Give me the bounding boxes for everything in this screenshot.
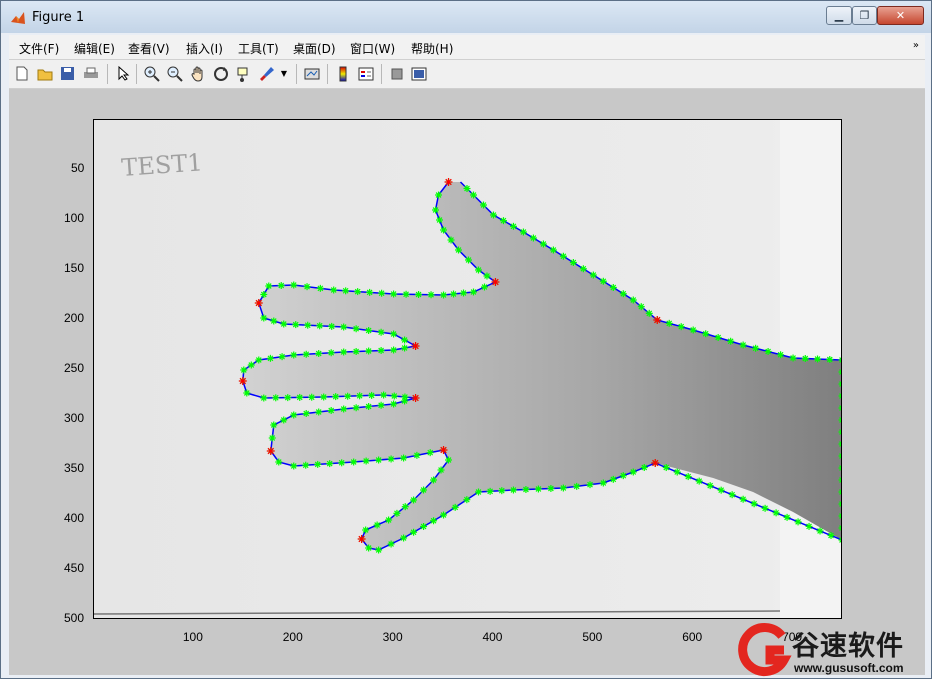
title-bar[interactable]: Figure 1 ▁ ❐ ✕ (1, 1, 931, 33)
save-icon[interactable] (59, 65, 76, 82)
open-file-icon[interactable] (36, 65, 53, 82)
y-tick-label: 500 (64, 611, 85, 625)
contour-point (365, 403, 373, 410)
close-icon: ✕ (895, 9, 906, 22)
hide-plot-tools-icon[interactable] (388, 65, 405, 82)
contour-point (420, 523, 428, 530)
y-tick-label: 100 (64, 211, 85, 225)
contour-point (387, 455, 395, 463)
keypoint-marker (439, 446, 448, 454)
watermark-logo: 谷速软件 www.gususoft.com (734, 622, 930, 679)
y-tick-label: 300 (64, 411, 85, 425)
contour-point (695, 477, 703, 485)
y-tick-label: 250 (64, 361, 85, 375)
y-tick-label: 400 (64, 511, 85, 525)
rotate-3d-icon[interactable] (212, 65, 229, 82)
keypoint-marker (238, 377, 247, 385)
x-tick-label: 400 (482, 630, 503, 644)
watermark-brand: 谷速软件 (792, 631, 904, 662)
x-tick-label: 100 (182, 630, 203, 644)
watermark-url: www.gususoft.com (794, 661, 904, 675)
data-cursor-icon[interactable] (235, 65, 252, 82)
brush-icon[interactable] (258, 65, 275, 82)
y-tick-label: 200 (64, 311, 85, 325)
link-plot-icon[interactable] (303, 65, 320, 82)
x-tick-label: 300 (382, 630, 403, 644)
contour-point (390, 392, 398, 400)
contour-point (640, 464, 648, 471)
pointer-icon[interactable] (114, 65, 131, 82)
menu-file[interactable]: 文件(F) (19, 40, 59, 57)
pan-icon[interactable] (189, 65, 206, 82)
zoom-out-icon[interactable] (166, 65, 183, 82)
keypoint-marker (653, 316, 662, 324)
keypoint-marker (357, 535, 366, 543)
contour-point (365, 544, 373, 552)
x-tick-label: 200 (282, 630, 303, 644)
contour-point (474, 488, 482, 496)
contour-point (377, 401, 385, 409)
contour-point (410, 496, 418, 504)
y-tick-label: 150 (64, 261, 85, 275)
contour-point (410, 528, 418, 536)
show-plot-tools-icon[interactable] (410, 65, 427, 82)
minimize-icon: ▁ (834, 9, 844, 22)
handwritten-test-label: TEST1 (120, 148, 203, 182)
contour-point (436, 216, 444, 224)
colorbar-icon[interactable] (334, 65, 351, 82)
print-icon[interactable] (82, 65, 99, 82)
x-tick-label: 500 (582, 630, 603, 644)
keypoint-marker (411, 394, 420, 402)
minimize-button[interactable]: ▁ (826, 6, 852, 25)
menu-desktop[interactable]: 桌面(D) (293, 40, 336, 57)
contour-point (420, 486, 428, 494)
maximize-icon: ❐ (859, 9, 870, 22)
zoom-in-icon[interactable] (143, 65, 160, 82)
menu-window[interactable]: 窗口(W) (350, 40, 395, 57)
matlab-logo-icon (11, 12, 25, 24)
dropdown-arrow-icon[interactable]: ▼ (279, 65, 289, 82)
menu-view[interactable]: 查看(V) (128, 40, 170, 57)
x-tick-label: 600 (682, 630, 703, 644)
contour-point (387, 540, 395, 548)
menu-insert[interactable]: 插入(I) (186, 40, 223, 57)
contour-point (243, 389, 251, 397)
new-figure-icon[interactable] (13, 65, 30, 82)
keypoint-marker (411, 342, 420, 350)
y-tick-label: 50 (71, 161, 85, 175)
window-title: Figure 1 (32, 10, 85, 25)
y-tick-label: 350 (64, 461, 85, 475)
close-button[interactable]: ✕ (877, 6, 924, 25)
gususoft-logo-icon (738, 623, 792, 677)
keypoint-marker (491, 278, 500, 286)
plot-axes[interactable]: TEST1 (93, 119, 842, 619)
hand-image: TEST1 (94, 120, 841, 618)
keypoint-marker (254, 299, 263, 307)
contour-point (455, 246, 463, 254)
menu-bar: 文件(F) 编辑(E) 查看(V) 插入(I) 工具(T) 桌面(D) 窗口(W… (9, 35, 925, 60)
maximize-button[interactable]: ❐ (852, 6, 877, 25)
menu-edit[interactable]: 编辑(E) (74, 40, 115, 57)
menu-help[interactable]: 帮助(H) (411, 40, 453, 57)
contour-point (509, 486, 517, 494)
menu-tools[interactable]: 工具(T) (238, 40, 279, 57)
y-tick-label: 450 (64, 561, 85, 575)
keypoint-marker (651, 459, 660, 467)
legend-icon[interactable] (357, 65, 374, 82)
figure-toolbar: ▼ (9, 60, 925, 89)
menu-overflow-icon[interactable]: » (913, 40, 919, 51)
